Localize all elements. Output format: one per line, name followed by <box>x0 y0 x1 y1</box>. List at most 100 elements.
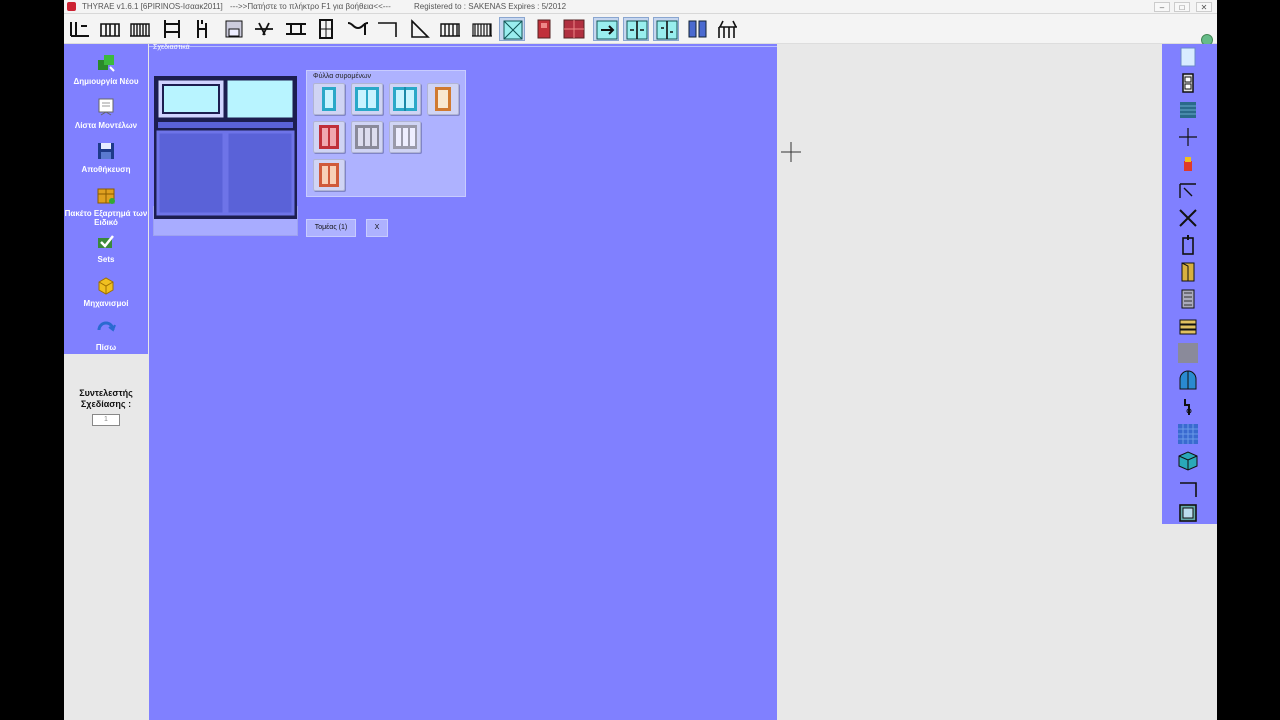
sidebar-item-label: Πακέτο Εξαρτημά των Ειδικό <box>64 209 148 227</box>
canvas-title: Σχεδιαστικά <box>153 44 190 51</box>
parts-package-icon <box>97 188 115 204</box>
blue-panel-tool-icon[interactable] <box>685 17 711 41</box>
sidebar-item-label: Δημιουργία Νέου <box>73 77 139 86</box>
sidebar-item-label: Λίστα Μοντέλων <box>74 121 138 130</box>
wood-sash-icon <box>435 87 451 111</box>
shutter-icon[interactable] <box>1177 99 1199 121</box>
arch-tool-icon[interactable] <box>345 17 371 41</box>
sidebar-item-label: Πίσω <box>95 343 117 352</box>
app-icon <box>67 2 76 11</box>
sash-frame-tool-icon[interactable] <box>313 17 339 41</box>
sash-single-wood-button[interactable] <box>427 83 459 115</box>
sidebar-item-model-list[interactable]: Λίστα Μοντέλων <box>64 96 148 130</box>
app-window: THYRAE v1.6.1 [6PIRINOS-Ισαακ2011] --->>… <box>64 0 1217 720</box>
double-frame-tool-icon[interactable] <box>97 17 123 41</box>
cross-divider-icon[interactable] <box>1177 126 1199 148</box>
left-sidebar: Δημιουργία Νέου Λίστα Μοντέλων Αποθήκευσ… <box>64 44 148 354</box>
fixed-frame-icon[interactable] <box>1177 502 1199 524</box>
sidebar-item-mechanisms[interactable]: Μηχανισμοί <box>64 274 148 308</box>
red-door-tool-icon[interactable] <box>531 17 557 41</box>
sash-double-blue-button[interactable] <box>351 83 383 115</box>
model-list-icon <box>98 98 114 116</box>
sidebar-item-label: Sets <box>97 255 115 264</box>
sash-triple-grey-button[interactable] <box>351 121 383 153</box>
handle-icon[interactable] <box>1177 234 1199 256</box>
save-icon <box>98 143 114 159</box>
slide-split-tool-icon[interactable] <box>653 17 679 41</box>
sashes-title: Φύλλα συρομένων <box>313 73 371 80</box>
minimize-button[interactable]: – <box>1154 2 1170 12</box>
sidebar-item-parts-package[interactable]: Πακέτο Εξαρτημά των Ειδικό <box>64 184 148 227</box>
design-coefficient-input[interactable]: 1 <box>92 414 120 426</box>
sash-double-red-button[interactable] <box>313 121 345 153</box>
diagonal-glass-tool-icon[interactable] <box>499 17 525 41</box>
sidebar-item-label: Αποθήκευση <box>81 165 131 174</box>
mullion-tool-icon[interactable] <box>283 17 309 41</box>
door-handle-tool-icon[interactable] <box>189 17 215 41</box>
help-hint: --->>Πατήστε το πλήκτρο F1 για βοήθεια<<… <box>230 2 391 11</box>
close-button[interactable]: ✕ <box>1196 2 1212 12</box>
design-coefficient-label: Συντελεστής Σχεδίασης : <box>79 388 133 409</box>
sidebar-item-new[interactable]: Δημιουργία Νέου <box>64 52 148 86</box>
canvas-divider <box>149 46 777 47</box>
grey-panel-icon[interactable] <box>1177 342 1199 364</box>
triple-sash-alt-icon <box>393 125 417 149</box>
corner-profile-icon[interactable] <box>1177 477 1199 499</box>
sidebar-item-back[interactable]: Πίσω <box>64 318 148 352</box>
back-icon <box>97 321 116 332</box>
arch-window-icon[interactable] <box>1177 369 1199 391</box>
red-window-tool-icon[interactable] <box>561 17 587 41</box>
sidebar-item-sets[interactable]: Sets <box>64 230 148 264</box>
new-model-icon <box>98 55 115 72</box>
red-wood-sash-icon <box>319 163 339 187</box>
measure-corner-icon[interactable] <box>1177 180 1199 202</box>
slide-right-tool-icon[interactable] <box>593 17 619 41</box>
transom-tool-icon[interactable] <box>159 17 185 41</box>
maximize-button[interactable]: □ <box>1174 2 1190 12</box>
panel-door-icon[interactable] <box>1177 288 1199 310</box>
double-sash-icon <box>355 87 379 111</box>
title-bar: THYRAE v1.6.1 [6PIRINOS-Ισαακ2011] --->>… <box>64 0 1217 14</box>
app-title: THYRAE v1.6.1 [6PIRINOS-Ισαακ2011] <box>82 2 223 11</box>
paint-bucket-icon[interactable] <box>1177 153 1199 175</box>
main-toolbar <box>64 14 1217 46</box>
triple-sash-icon <box>355 125 379 149</box>
slope-tool-icon[interactable] <box>407 17 433 41</box>
glass-block-icon[interactable] <box>1177 450 1199 472</box>
sash-single-blue-button[interactable] <box>313 83 345 115</box>
sets-icon <box>98 235 114 248</box>
sidebar-item-save[interactable]: Αποθήκευση <box>64 140 148 174</box>
railing-tool-icon[interactable] <box>715 17 741 41</box>
sliding-frame-tool-icon[interactable] <box>469 17 495 41</box>
grid-mesh-icon[interactable] <box>1177 423 1199 445</box>
triple-frame-tool-icon[interactable] <box>127 17 153 41</box>
sash-double-blue-alt-button[interactable] <box>389 83 421 115</box>
door-handle-icon[interactable] <box>1177 396 1199 418</box>
corner-tool-icon[interactable] <box>375 17 401 41</box>
door-frame-icon[interactable] <box>1177 72 1199 94</box>
red-sash-icon <box>319 125 339 149</box>
delete-cross-icon[interactable] <box>1177 207 1199 229</box>
single-frame-tool-icon[interactable] <box>67 17 93 41</box>
sash-triple-grey-alt-button[interactable] <box>389 121 421 153</box>
sidebar-item-label: Μηχανισμοί <box>83 299 129 308</box>
mechanisms-icon <box>98 277 114 295</box>
slide-both-tool-icon[interactable] <box>623 17 649 41</box>
registration-info: Registered to : SAKENAS Expires : 5/2012 <box>414 2 567 11</box>
design-canvas[interactable]: Σχεδιαστικά Φύλλα συρομένων Τομέας (1) X <box>149 44 777 720</box>
cut-tool-icon[interactable] <box>251 17 277 41</box>
sliding-sashes-panel: Φύλλα συρομένων <box>306 70 466 197</box>
double-sash-alt-icon <box>393 87 417 111</box>
crosshair-cursor-icon <box>781 142 801 162</box>
sash-double-red-wood-button[interactable] <box>313 159 345 191</box>
multi-frame-tool-icon[interactable] <box>437 17 463 41</box>
door-leaf-icon[interactable] <box>1177 261 1199 283</box>
window-preview[interactable] <box>153 60 298 236</box>
close-sections-button[interactable]: X <box>366 219 388 237</box>
stack-icon[interactable] <box>1177 315 1199 337</box>
window-save-tool-icon[interactable] <box>221 17 247 41</box>
single-sash-icon <box>322 87 336 111</box>
right-toolbar <box>1162 44 1217 524</box>
sections-button[interactable]: Τομέας (1) <box>306 219 356 237</box>
blank-page-icon[interactable] <box>1177 46 1199 68</box>
